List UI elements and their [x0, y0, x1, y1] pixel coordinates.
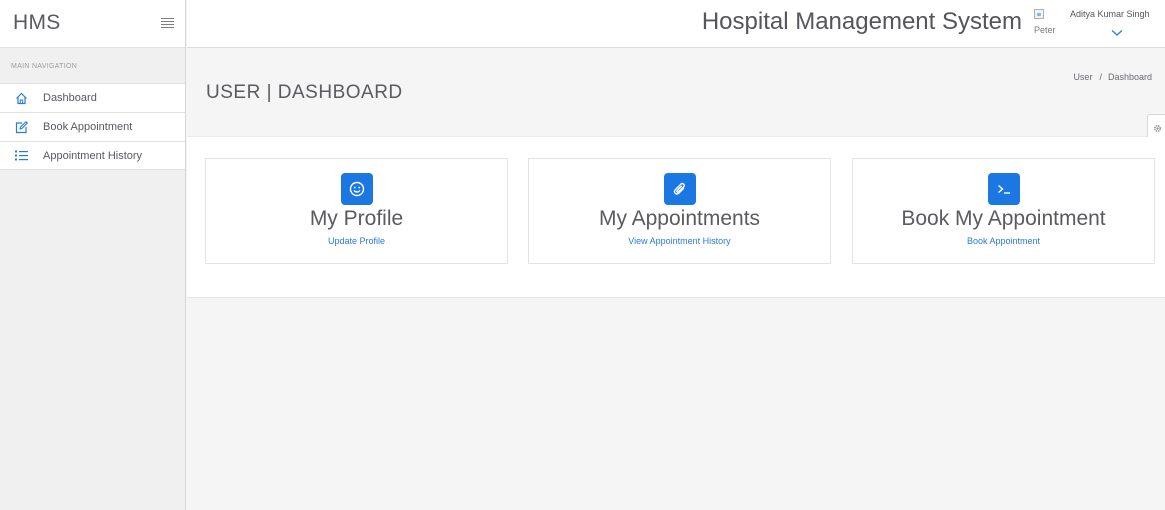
update-profile-link[interactable]: Update Profile [328, 236, 385, 246]
card-title: Book My Appointment [901, 207, 1106, 230]
breadcrumb-item-dashboard: Dashboard [1107, 72, 1152, 82]
sidebar-item-label: Dashboard [43, 92, 97, 104]
sidebar-item-book-appointment[interactable]: Book Appointment [0, 112, 185, 141]
edit-icon [14, 120, 28, 134]
top-header: Hospital Management System Peter Aditya … [187, 0, 1165, 48]
gear-icon [1153, 120, 1162, 138]
terminal-icon [987, 173, 1020, 205]
breadcrumb-item-user[interactable]: User [1073, 72, 1092, 82]
avatar-alt-text: Peter [1034, 25, 1056, 35]
main-navigation: Dashboard Book Appointment Appointment H… [0, 83, 185, 170]
menu-toggle-icon[interactable] [161, 18, 174, 30]
chevron-down-icon[interactable] [1111, 24, 1123, 36]
card-book-my-appointment: Book My Appointment Book Appointment [852, 158, 1155, 264]
breadcrumb-separator: / [1099, 72, 1102, 82]
user-name[interactable]: Aditya Kumar Singh [1070, 9, 1150, 19]
avatar[interactable]: Peter [1034, 9, 1056, 39]
brand-bar: HMS [0, 0, 185, 48]
dashboard-cards: My Profile Update Profile My Appointment… [187, 137, 1165, 298]
content-area [187, 298, 1165, 510]
book-appointment-link[interactable]: Book Appointment [967, 236, 1040, 246]
nav-header: MAIN NAVIGATION [11, 63, 78, 70]
card-my-profile: My Profile Update Profile [205, 158, 508, 264]
sidebar-item-dashboard[interactable]: Dashboard [0, 83, 185, 112]
card-my-appointments: My Appointments View Appointment History [528, 158, 831, 264]
brand-logo[interactable]: HMS [13, 11, 61, 35]
breadcrumb: User / Dashboard [1073, 72, 1152, 82]
system-title: Hospital Management System [701, 8, 1022, 35]
home-icon [14, 91, 28, 105]
page-header: USER | DASHBOARD User / Dashboard [187, 49, 1165, 137]
card-title: My Appointments [598, 207, 761, 230]
sidebar: HMS MAIN NAVIGATION Dashboard Book Appoi… [0, 0, 186, 510]
sidebar-item-appointment-history[interactable]: Appointment History [0, 141, 185, 170]
page-title: USER | DASHBOARD [206, 82, 403, 103]
view-appointment-history-link[interactable]: View Appointment History [628, 236, 730, 246]
broken-image-icon [1034, 9, 1044, 19]
sidebar-item-label: Book Appointment [43, 121, 133, 133]
card-title: My Profile [309, 207, 404, 230]
list-icon [14, 149, 28, 163]
smile-icon [340, 173, 373, 205]
sidebar-item-label: Appointment History [43, 149, 143, 162]
paperclip-icon [663, 173, 696, 205]
